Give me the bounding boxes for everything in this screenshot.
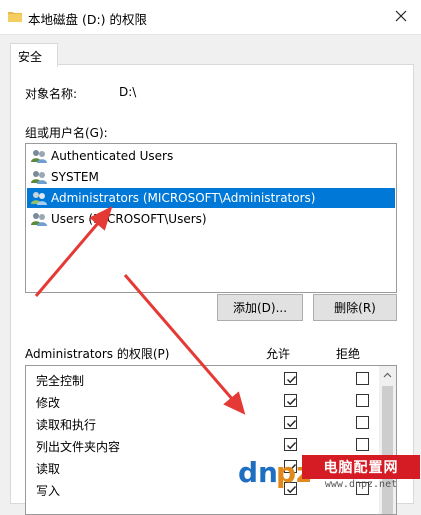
allow-checkbox[interactable] (284, 372, 297, 385)
users-icon (31, 150, 47, 163)
allow-checkbox[interactable] (284, 416, 297, 429)
permission-name: 读取 (36, 462, 61, 476)
permission-name: 修改 (36, 396, 61, 410)
user-list[interactable]: Authenticated Users SYSTEM Administrator… (25, 143, 397, 293)
watermark: dn pz 电脑配置网 www.dnpz.net (236, 448, 421, 497)
permission-name: 列出文件夹内容 (36, 440, 121, 454)
permission-name: 完全控制 (36, 374, 85, 388)
watermark-title: 电脑配置网 (302, 455, 420, 479)
list-item-selected[interactable]: Administrators (MICROSOFT\Administrators… (27, 188, 395, 208)
dnpz-logo: dn pz (238, 456, 310, 489)
permission-row: 完全控制 (36, 368, 376, 390)
object-name-value: D:\ (119, 85, 137, 99)
security-panel: 对象名称: D:\ 组或用户名(G): Authenticated Users … (10, 64, 414, 515)
deny-checkbox[interactable] (356, 372, 369, 385)
svg-text:dn: dn (238, 456, 278, 489)
user-name: Authenticated Users (51, 149, 174, 163)
allow-checkbox[interactable] (284, 394, 297, 407)
watermark-url: www.dnpz.net (324, 479, 398, 490)
permissions-label: Administrators 的权限(P) (25, 347, 170, 361)
permission-row: 修改 (36, 390, 376, 412)
object-name-label: 对象名称: (25, 87, 78, 101)
permission-name: 读取和执行 (36, 418, 97, 432)
tab-strip: 安全 (0, 34, 421, 67)
users-icon (31, 213, 47, 226)
title-bar: 本地磁盘 (D:) 的权限 (0, 0, 421, 34)
list-item[interactable]: Users (MICROSOFT\Users) (27, 209, 395, 229)
user-name: Users (MICROSOFT\Users) (51, 212, 207, 226)
list-item[interactable]: SYSTEM (27, 167, 395, 187)
deny-checkbox[interactable] (356, 394, 369, 407)
allow-header: 允许 (266, 347, 291, 361)
close-button[interactable] (381, 0, 421, 32)
folder-icon (8, 12, 22, 22)
remove-button[interactable]: 删除(R) (313, 294, 397, 321)
list-item[interactable]: Authenticated Users (27, 146, 395, 166)
users-icon (31, 192, 47, 205)
add-button[interactable]: 添加(D)... (217, 294, 303, 321)
window-title: 本地磁盘 (D:) 的权限 (28, 12, 148, 27)
user-name: Administrators (MICROSOFT\Administrators… (51, 191, 316, 205)
tab-security[interactable]: 安全 (10, 43, 58, 67)
scroll-up-button[interactable] (379, 366, 396, 383)
chevron-up-icon (383, 372, 392, 377)
user-name: SYSTEM (51, 170, 99, 184)
close-icon (395, 10, 407, 22)
group-user-label: 组或用户名(G): (25, 126, 108, 140)
permission-row: 读取和执行 (36, 412, 376, 434)
deny-header: 拒绝 (336, 347, 361, 361)
permission-name: 写入 (36, 484, 61, 498)
deny-checkbox[interactable] (356, 416, 369, 429)
users-icon (31, 171, 47, 184)
